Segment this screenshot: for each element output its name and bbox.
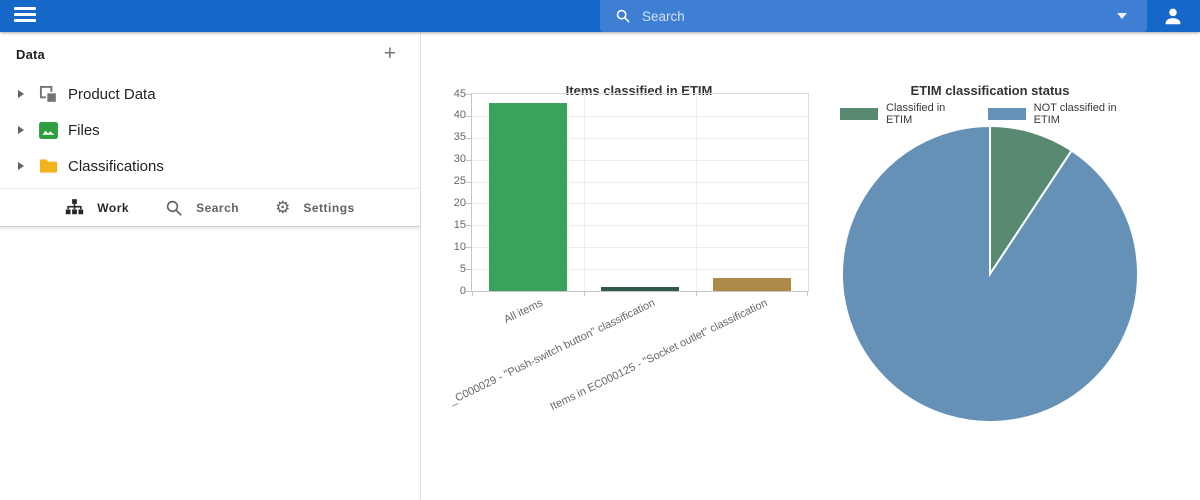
menu-bar	[14, 7, 36, 10]
y-axis-tick	[466, 115, 472, 117]
bar	[489, 102, 567, 291]
x-axis-category-label: All items	[502, 297, 546, 327]
tree-item-label: Files	[68, 121, 100, 139]
expand-caret-icon[interactable]	[18, 162, 24, 170]
tree-item-product-data[interactable]: Product Data	[0, 76, 420, 112]
y-axis-tick-label: 10	[453, 240, 466, 253]
x-axis-tick	[584, 291, 585, 296]
legend-item-classified[interactable]: Classified in ETIM	[840, 102, 970, 126]
dashboard-pane: Items classified in ETIM 0 5 10 15 20 25 30 35 4…	[421, 32, 1200, 500]
x-axis-tick	[472, 291, 473, 296]
x-axis-category-label: _C000029 - "Push-switch button" classifi…	[448, 297, 658, 408]
menu-bar	[14, 13, 36, 16]
y-axis-tick	[466, 225, 472, 227]
y-axis-tick	[466, 269, 472, 271]
legend-swatch-not-classified	[987, 108, 1026, 120]
top-app-bar	[0, 0, 1200, 32]
copy-pages-icon	[38, 84, 58, 104]
y-axis-tick	[466, 181, 472, 183]
pie-slice-not-classified-in-etim	[841, 124, 1139, 423]
x-axis-tick	[696, 291, 697, 296]
tree-item-label: Classifications	[68, 157, 164, 175]
y-axis-tick-label: 35	[453, 131, 466, 144]
toolbar-item-label: Work	[97, 200, 130, 215]
pie-legend: Classified in ETIM NOT classified in ETI…	[840, 102, 1140, 126]
sidebar: Data + Product Data Files Classification…	[0, 32, 421, 500]
toolbar-item-search[interactable]: Search	[165, 199, 239, 217]
expand-caret-icon[interactable]	[18, 126, 24, 134]
grid-line	[696, 94, 697, 291]
pie-chart	[841, 124, 1139, 423]
y-axis-tick-label: 45	[453, 87, 466, 100]
bar-chart-plot: 0 5 10 15 20 25 30 35 40 45 All items _C000029 - "P…	[448, 88, 809, 413]
y-axis-tick-label: 5	[459, 262, 466, 275]
search-bar[interactable]	[600, 0, 1147, 32]
y-axis-tick-label: 30	[453, 153, 466, 166]
search-icon	[616, 9, 630, 23]
add-button[interactable]: +	[382, 43, 398, 64]
search-dropdown-icon[interactable]	[1117, 13, 1127, 19]
data-tree: Product Data Files Classifications	[0, 76, 420, 184]
y-axis-tick-label: 0	[459, 284, 466, 297]
tree-item-label: Product Data	[68, 85, 156, 103]
toolbar-item-label: Search	[196, 200, 240, 215]
menu-icon[interactable]	[14, 7, 36, 25]
legend-item-not-classified[interactable]: NOT classified in ETIM	[987, 102, 1140, 126]
expand-caret-icon[interactable]	[18, 90, 24, 98]
pie-chart-title: ETIM classification status	[910, 83, 1070, 98]
x-axis-tick	[807, 291, 808, 296]
sidebar-title: Data	[16, 46, 45, 62]
y-axis-tick-label: 25	[453, 175, 466, 188]
sidebar-header: Data +	[0, 32, 420, 76]
user-avatar-icon[interactable]	[1162, 5, 1184, 27]
toolbar-item-work[interactable]: Work	[65, 198, 129, 217]
x-axis-category-label: Items in EC000125 - "Socket outlet" clas…	[548, 297, 770, 414]
y-axis-tick	[466, 159, 472, 161]
folder-icon	[38, 156, 58, 176]
image-file-icon	[38, 120, 58, 140]
y-axis-tick-label: 15	[453, 218, 466, 231]
bar	[713, 277, 791, 291]
y-axis-tick	[466, 137, 472, 139]
hierarchy-icon	[66, 199, 84, 215]
toolbar-item-label: Settings	[303, 200, 355, 215]
grid-line	[584, 94, 585, 291]
toolbar-item-settings[interactable]: ⚙ Settings	[275, 199, 355, 216]
y-axis-tick	[466, 203, 472, 205]
bar	[601, 286, 679, 291]
search-input[interactable]	[640, 7, 1117, 25]
tree-item-files[interactable]: Files	[0, 112, 420, 148]
gear-icon: ⚙	[275, 198, 291, 217]
y-axis-tick	[466, 94, 472, 95]
legend-label: NOT classified in ETIM	[1033, 102, 1117, 126]
sidebar-toolbar: Work Search ⚙ Settings	[0, 188, 420, 227]
y-axis-tick-label: 20	[453, 196, 466, 209]
menu-bar	[14, 18, 36, 22]
search-icon	[166, 200, 182, 216]
tree-item-classifications[interactable]: Classifications	[0, 148, 420, 184]
legend-swatch-classified	[840, 108, 878, 120]
legend-label: Classified in ETIM	[886, 102, 946, 126]
y-axis-tick	[466, 247, 472, 249]
y-axis-tick-label: 40	[453, 109, 466, 122]
